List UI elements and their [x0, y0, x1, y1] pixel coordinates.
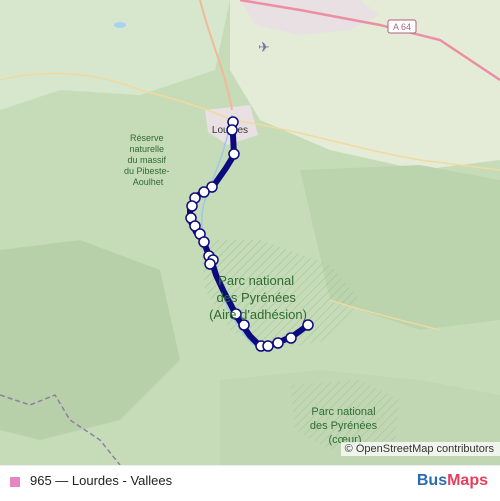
bus-stop-marker[interactable] [198, 236, 210, 248]
bus-stop-marker[interactable] [272, 337, 284, 349]
bus-stop-marker[interactable] [186, 200, 198, 212]
bus-stop-marker[interactable] [285, 332, 297, 344]
brand-part-2: Maps [447, 472, 488, 489]
park-adhesion-label: Parc national des Pyrénées (Aire d'adhés… [209, 273, 307, 322]
legend-bar: 965 — Lourdes - Vallees BusMaps [0, 465, 500, 501]
bus-stop-marker[interactable] [262, 340, 274, 352]
airport-icon: ✈ [258, 39, 270, 55]
busmaps-logo[interactable]: BusMaps [417, 472, 488, 490]
map-canvas: ✈ A 64 Réserve naturelle du massif du Pi… [0, 0, 500, 465]
bus-stop-marker[interactable] [198, 186, 210, 198]
bus-stop-marker[interactable] [226, 124, 238, 136]
bus-stop-marker[interactable] [204, 258, 216, 270]
map-attribution[interactable]: © OpenStreetMap contributors [340, 442, 500, 456]
lake [114, 22, 126, 28]
map-area[interactable]: ✈ A 64 Réserve naturelle du massif du Pi… [0, 0, 500, 465]
highway-badge-label: A 64 [393, 22, 411, 32]
route-label: 965 — Lourdes - Vallees [30, 473, 173, 488]
route-color-swatch [10, 477, 20, 487]
bus-stop-marker[interactable] [228, 148, 240, 160]
brand-part-1: Bus [416, 472, 448, 489]
